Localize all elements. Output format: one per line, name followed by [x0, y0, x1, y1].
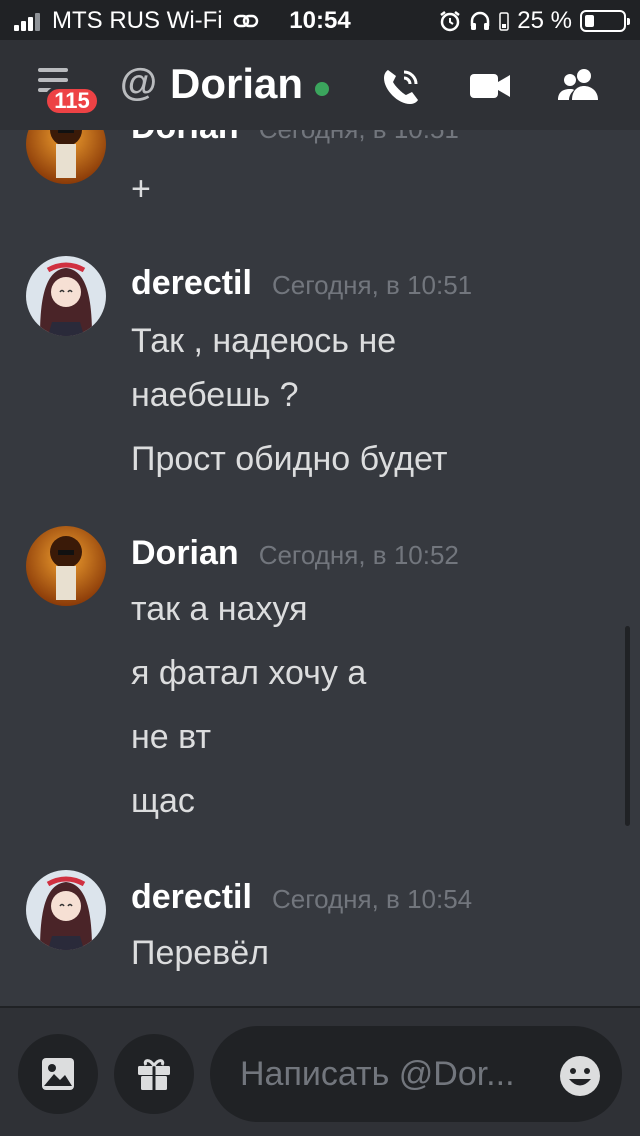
avatar[interactable]	[26, 870, 106, 950]
gift-icon	[138, 1059, 170, 1090]
status-bar: MTS RUS Wi-Fi 10:54 25 %	[0, 0, 640, 40]
unread-badge: 115	[44, 86, 100, 116]
avatar[interactable]	[26, 526, 106, 606]
dorian-avatar-image	[26, 526, 106, 606]
link-icon	[233, 14, 258, 28]
author-name[interactable]: derectil	[131, 878, 252, 917]
message-list[interactable]: Dorian Сегодня, в 10:51 + derectil Сегод…	[0, 130, 640, 1006]
dorian-avatar-image	[26, 130, 106, 184]
author-name[interactable]: Dorian	[131, 130, 239, 147]
message-line[interactable]: я фатал хочу а	[131, 654, 366, 693]
carrier-label: MTS RUS Wi-Fi	[52, 7, 223, 34]
message-line[interactable]: щас	[131, 782, 195, 821]
message-timestamp: Сегодня, в 10:51	[271, 270, 473, 300]
avatar[interactable]	[26, 130, 106, 184]
message-header: Dorian Сегодня, в 10:52	[131, 534, 459, 573]
status-left: MTS RUS Wi-Fi	[14, 7, 259, 35]
message-header: Dorian Сегодня, в 10:51	[131, 130, 459, 147]
at-icon: @	[120, 62, 158, 104]
message-line[interactable]: Так , надеюсь не	[131, 322, 396, 361]
message-timestamp: Сегодня, в 10:51	[259, 130, 459, 145]
message-line[interactable]: Прост обидно будет	[131, 440, 447, 479]
derectil-avatar-image	[26, 870, 106, 950]
battery-percent: 25 %	[517, 7, 572, 34]
message-header: derectil Сегодня, в 10:51	[131, 264, 472, 303]
message-composer	[0, 1006, 640, 1136]
alarm-icon	[440, 11, 461, 32]
video-icon[interactable]	[466, 62, 514, 110]
message-timestamp: Сегодня, в 10:52	[258, 540, 459, 570]
call-icon[interactable]	[378, 62, 426, 110]
channel-header: 115 @ Dorian	[0, 40, 640, 130]
emoji-icon[interactable]	[558, 1054, 602, 1098]
battery-icon	[580, 10, 630, 32]
image-icon	[42, 1058, 74, 1090]
message-line[interactable]: наебешь ?	[131, 376, 299, 415]
status-right: 25 %	[439, 7, 630, 35]
message-line[interactable]: так а нахуя	[131, 590, 308, 629]
message-header: derectil Сегодня, в 10:54	[131, 878, 472, 917]
headphones-icon	[471, 11, 490, 30]
derectil-avatar-image	[26, 256, 106, 336]
gift-button[interactable]	[114, 1034, 194, 1114]
avatar[interactable]	[26, 256, 106, 336]
members-icon[interactable]	[554, 62, 602, 110]
author-name[interactable]: Dorian	[131, 534, 239, 573]
message-line[interactable]: +	[131, 170, 151, 209]
message-line[interactable]: Перевёл	[131, 934, 269, 973]
image-upload-button[interactable]	[18, 1034, 98, 1114]
online-status-icon	[315, 82, 329, 96]
channel-title[interactable]: Dorian	[170, 60, 303, 108]
scrollbar[interactable]	[625, 626, 630, 826]
signal-icon	[14, 11, 42, 31]
author-name[interactable]: derectil	[131, 264, 252, 303]
message-timestamp: Сегодня, в 10:54	[271, 884, 473, 914]
message-line[interactable]: не вт	[131, 718, 211, 757]
battery-small-icon	[499, 12, 510, 31]
